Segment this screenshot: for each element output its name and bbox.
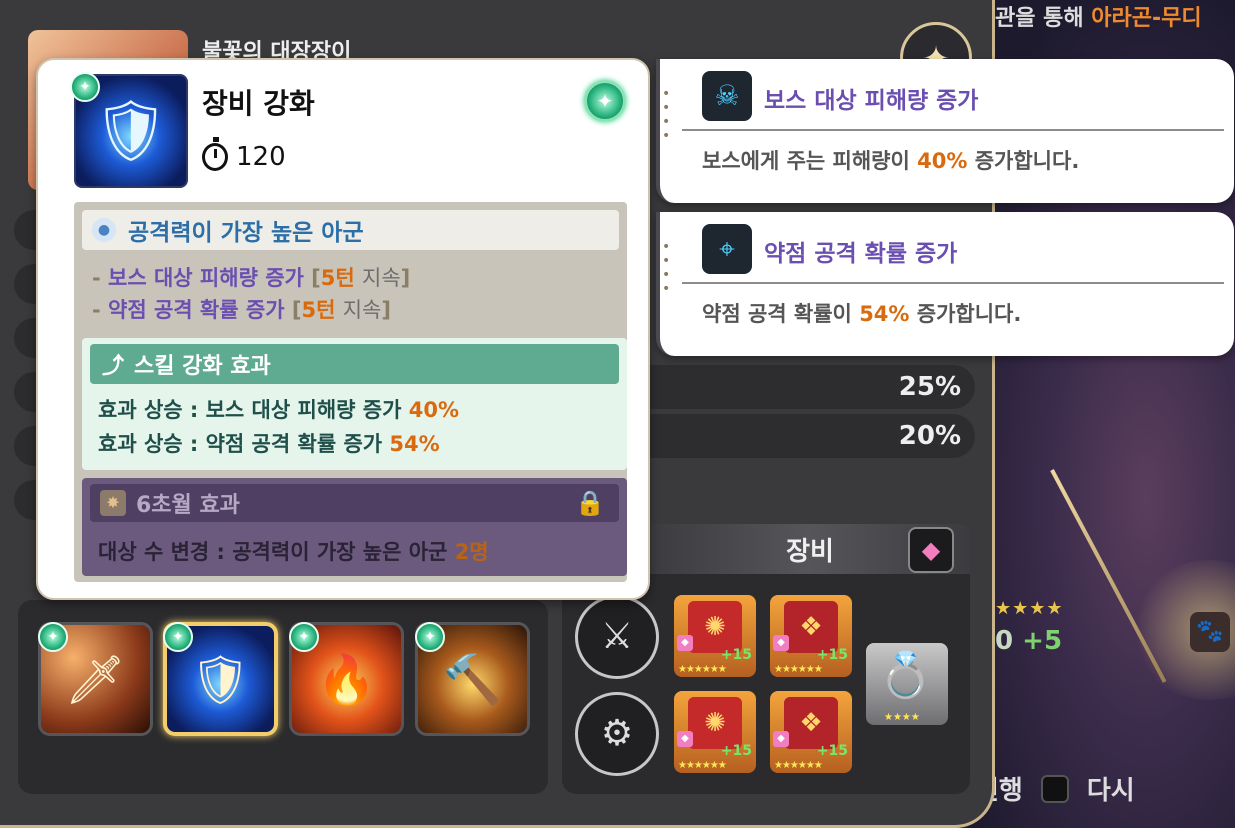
equipment-set-icon[interactable]: ◆ — [908, 527, 954, 573]
divider — [682, 129, 1224, 131]
lock-icon: 🔒 — [575, 489, 605, 517]
transcendence-box: ✸ 6초월 효과 🔒 대상 수 변경 : 공격력이 가장 높은 아군 2명 — [82, 478, 627, 576]
book-equipment-icon: ✺ — [688, 697, 742, 749]
buff-title: 약점 공격 확률 증가 — [764, 241, 958, 267]
ring-equipment-item[interactable]: 💍 ★★★★ — [866, 643, 948, 725]
armor-equipment-icon: ❖ — [784, 601, 838, 653]
equipment-item[interactable]: ❖ ◆ +15 ★★★★★★ — [770, 595, 852, 677]
equipment-item[interactable]: ❖ ◆ +15 ★★★★★★ — [770, 691, 852, 773]
skill-title: 장비 강화 — [202, 87, 315, 120]
set-mark-icon: ◆ — [773, 731, 789, 747]
equipment-stars: ★★★★★★ — [774, 664, 823, 675]
skill-target: ● 공격력이 가장 높은 아군 — [82, 210, 619, 250]
equipment-item[interactable]: ✺ ◆ +15 ★★★★★★ — [674, 595, 756, 677]
sparkle-gem-icon: ✦ — [415, 622, 445, 652]
buff-description: 약점 공격 확률이 54% 증가합니다. — [702, 302, 1022, 326]
buff-title: 보스 대상 피해량 증가 — [764, 88, 979, 114]
divider — [682, 282, 1224, 284]
skill-enhance-header: ⤴ 스킬 강화 효과 — [90, 344, 619, 384]
ally-target-icon: ● — [92, 218, 116, 242]
crosshair-icon: ⌖ — [702, 224, 752, 274]
set-mark-icon: ◆ — [677, 731, 693, 747]
ring-icon: 💍 — [878, 650, 933, 701]
equipment-stars: ★★★★★★ — [678, 760, 727, 771]
equipment-level: +15 — [720, 647, 752, 663]
popover-edge-dots: • • • • — [662, 239, 671, 297]
equipment-level: +15 — [816, 647, 848, 663]
target-text: 공격력이 가장 높은 아군 — [128, 220, 364, 246]
background-level: 0 +5 — [995, 626, 1063, 656]
equipment-stars: ★★★★★★ — [774, 760, 823, 771]
weapon-slot-icon[interactable]: ⚔ — [575, 595, 659, 679]
sparkle-gem-icon: ✦ — [38, 622, 68, 652]
upgrade-arrow-icon: ⤴ — [102, 354, 125, 379]
equipment-item[interactable]: ✺ ◆ +15 ★★★★★★ — [674, 691, 756, 773]
effect-line: - 보스 대상 피해량 증가 [5턴 지속] — [92, 266, 411, 290]
skill-enhance-box: ⤴ 스킬 강화 효과 효과 상승 : 보스 대상 피해량 증가 40% 효과 상… — [82, 338, 627, 470]
skill-detail-card: 🛡 ✦ 장비 강화 120 ✦ ● 공격력이 가장 높은 아군 - 보스 대상 … — [36, 58, 650, 600]
stat-row: 25% — [610, 365, 975, 409]
stat-value: 25% — [898, 372, 961, 402]
skill-cooldown: 120 — [202, 137, 286, 172]
buff-popover-weakness: • • • • ⌖ 약점 공격 확률 증가 약점 공격 확률이 54% 증가합니다. — [656, 212, 1234, 356]
paw-icon[interactable]: 🐾 — [1190, 612, 1230, 652]
enhance-line: 효과 상승 : 약점 공격 확률 증가 54% — [98, 432, 440, 456]
armor-slot-icon[interactable]: ⚙ — [575, 692, 659, 776]
effect-line: - 약점 공격 확률 증가 [5턴 지속] — [92, 298, 391, 322]
sparkle-gem-icon: ✦ — [163, 622, 193, 652]
retry-checkbox[interactable] — [1040, 774, 1069, 803]
retry-label[interactable]: 다시 — [1087, 770, 1135, 807]
equipment-level: +15 — [816, 743, 848, 759]
star-burst-icon: ✸ — [100, 490, 126, 516]
sparkle-gem-icon: ✦ — [289, 622, 319, 652]
skill-detail-body: ● 공격력이 가장 높은 아군 - 보스 대상 피해량 증가 [5턴 지속] -… — [74, 202, 627, 582]
demon-mask-icon: ☠ — [702, 71, 752, 121]
stat-value: 20% — [898, 421, 961, 451]
transcendence-line: 대상 수 변경 : 공격력이 가장 높은 아군 2명 — [98, 540, 489, 564]
set-mark-icon: ◆ — [773, 635, 789, 651]
background-banner-text: 관을 통해 아라곤-무디 — [995, 6, 1202, 31]
cooldown-value: 120 — [236, 142, 286, 172]
book-equipment-icon: ✺ — [688, 601, 742, 653]
buff-popover-boss-damage: • • • • ☠ 보스 대상 피해량 증가 보스에게 주는 피해량이 40% 증가합… — [656, 59, 1234, 203]
ring-stars: ★★★★ — [884, 712, 920, 723]
buff-description: 보스에게 주는 피해량이 40% 증가합니다. — [702, 149, 1080, 173]
stopwatch-icon — [202, 137, 228, 171]
enhance-line: 효과 상승 : 보스 대상 피해량 증가 40% — [98, 398, 459, 422]
set-mark-icon: ◆ — [677, 635, 693, 651]
sparkle-gem-icon: ✦ — [70, 72, 100, 102]
background-bottom-controls: 진행 다시 — [975, 770, 1135, 807]
popover-edge-dots: • • • • — [662, 86, 671, 144]
sparkle-gem-icon[interactable]: ✦ — [584, 80, 626, 122]
equipment-level: +15 — [720, 743, 752, 759]
equipment-stars: ★★★★★★ — [678, 664, 727, 675]
transcendence-header: ✸ 6초월 효과 🔒 — [90, 484, 619, 522]
background-stars: ★★★★ — [995, 598, 1064, 619]
armor-equipment-icon: ❖ — [784, 697, 838, 749]
stat-row: 20% — [610, 414, 975, 458]
